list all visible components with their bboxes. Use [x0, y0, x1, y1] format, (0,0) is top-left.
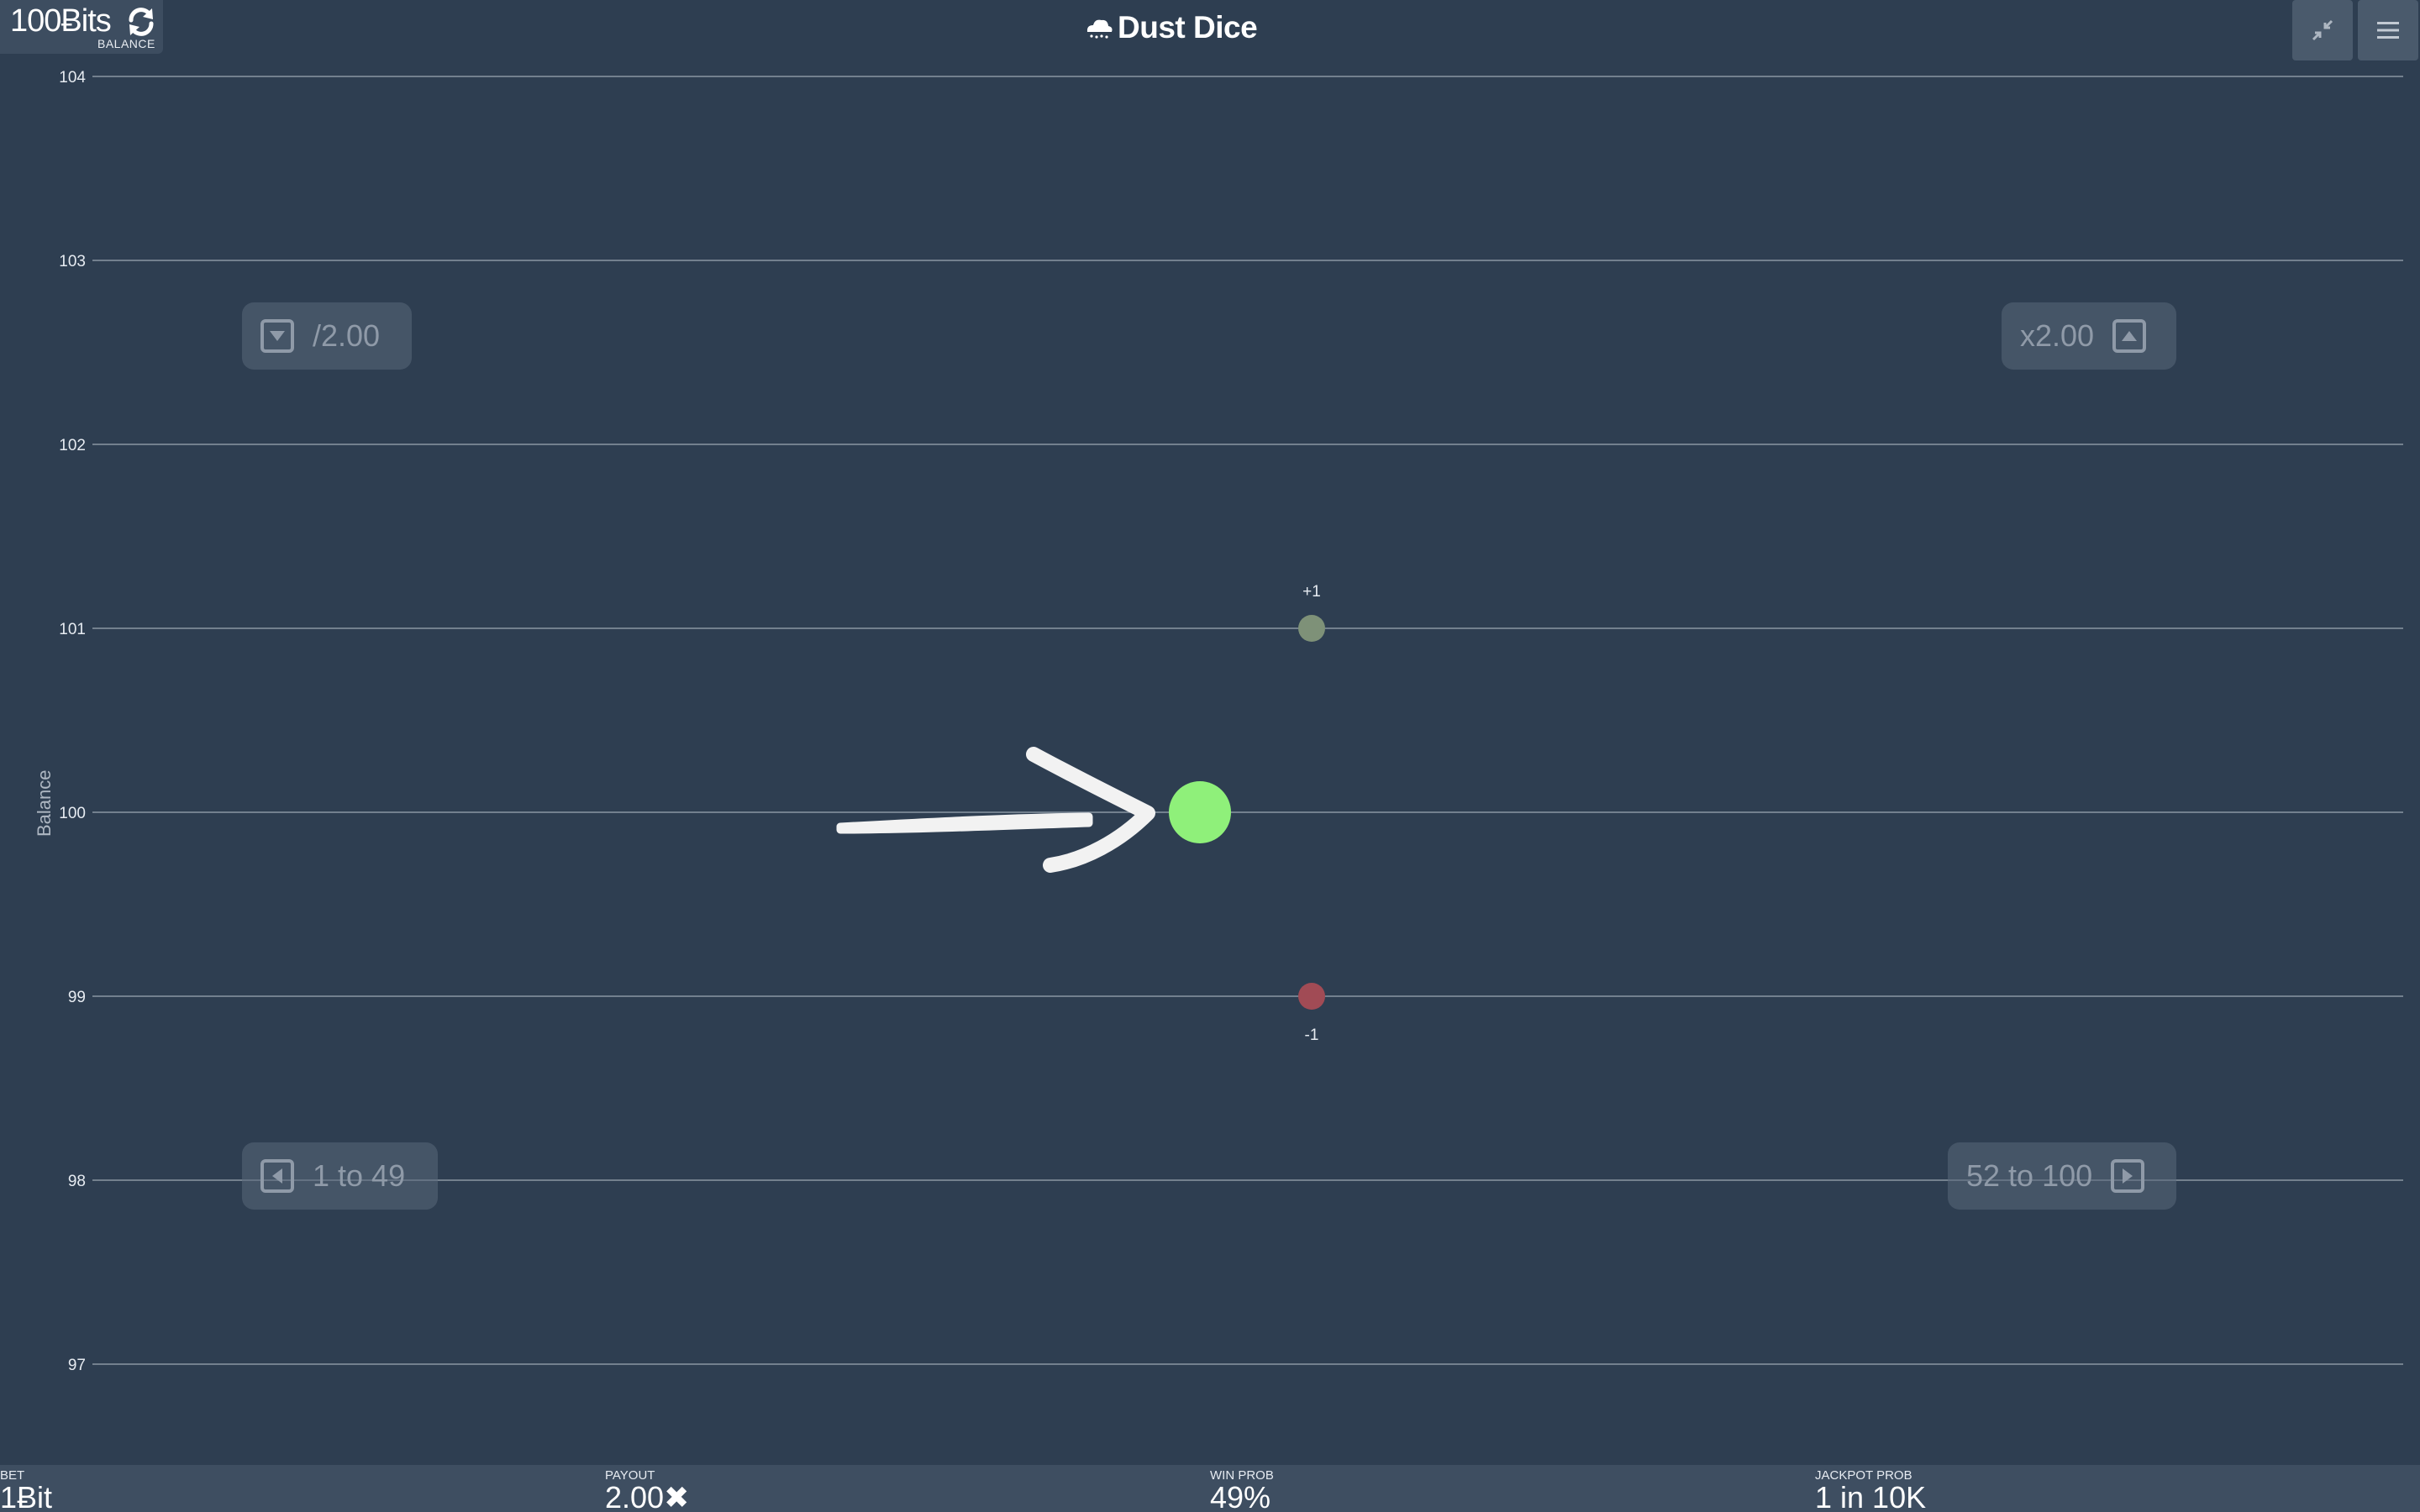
app-title: Dust Dice [1118, 10, 1258, 45]
y-axis-title: Balance [34, 769, 55, 837]
halve-bet-label: /2.00 [313, 318, 381, 353]
hand-drawn-arrow-annotation [836, 747, 1155, 873]
bet-value: 1Ƀit [0, 1480, 53, 1512]
current-point [1169, 781, 1231, 843]
y-tick-label: 104 [59, 69, 86, 87]
high-range-label: 52 to 100 [1966, 1158, 2093, 1193]
y-tick-label: 100 [59, 805, 86, 822]
bet-low-range-button[interactable]: 1 to 49 [242, 1142, 438, 1210]
win-outcome-label: +1 [1302, 583, 1321, 601]
compress-icon [2312, 19, 2333, 41]
jackpot-prob-value: 1 in 10K [1815, 1480, 1927, 1512]
app-root: 104 103 102 101 100 99 98 97 +1 -1 Balance 100Ƀi… [0, 0, 2420, 1512]
win-outcome-point [1298, 615, 1325, 642]
y-tick-label: 98 [68, 1173, 86, 1190]
tick-layer: 104 103 102 101 100 99 98 97 [59, 69, 86, 1374]
caret-left-icon [260, 1159, 294, 1193]
stats-bar: BET 1Ƀit PAYOUT 2.00✖ WIN PROB 49% JACKP… [0, 1465, 2420, 1512]
app-title-group: Dust Dice [1084, 7, 1258, 49]
menu-icon [2377, 22, 2399, 39]
halve-bet-button[interactable]: /2.00 [242, 302, 412, 370]
caret-up-icon [2112, 319, 2147, 353]
balance-chart: 104 103 102 101 100 99 98 97 +1 -1 [59, 69, 2403, 1374]
y-tick-label: 101 [59, 621, 86, 638]
low-range-label: 1 to 49 [313, 1158, 406, 1193]
balance-caption: BALANCE [97, 37, 155, 50]
y-tick-label: 99 [68, 989, 86, 1006]
bet-high-range-button[interactable]: 52 to 100 [1948, 1142, 2176, 1210]
payout-value: 2.00✖ [605, 1480, 690, 1512]
balance-value: 100Ƀits [10, 3, 112, 39]
y-tick-label: 102 [59, 437, 86, 454]
double-bet-button[interactable]: x2.00 [2002, 302, 2176, 370]
win-prob-value: 49% [1210, 1480, 1271, 1512]
caret-right-icon [2111, 1159, 2145, 1193]
cloud-icon [1086, 19, 1113, 39]
loss-outcome-label: -1 [1305, 1026, 1319, 1044]
y-tick-label: 103 [59, 253, 86, 270]
refresh-icon[interactable] [124, 5, 158, 39]
y-tick-label: 97 [68, 1357, 86, 1374]
caret-down-icon [260, 319, 294, 353]
compress-button[interactable] [2292, 0, 2353, 60]
menu-button[interactable] [2358, 0, 2418, 60]
point-layer: +1 -1 [1169, 583, 1325, 1044]
double-bet-label: x2.00 [2020, 318, 2095, 353]
balance-panel[interactable]: 100Ƀits BALANCE [0, 0, 163, 54]
loss-outcome-point [1298, 983, 1325, 1010]
